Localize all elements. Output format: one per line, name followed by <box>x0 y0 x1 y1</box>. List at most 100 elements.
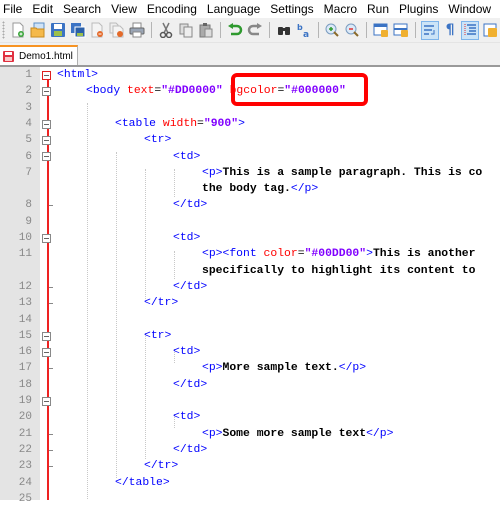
indent-guide <box>174 251 175 279</box>
fold-toggle[interactable] <box>42 136 51 145</box>
line-number: 17 <box>18 362 32 375</box>
td-close-tag: </td> <box>173 199 208 212</box>
paragraph-text: the body tag. <box>202 183 291 196</box>
code-line-18: </td> <box>173 377 207 393</box>
toolbar-grip[interactable] <box>2 21 5 39</box>
value-width: "900" <box>203 117 239 130</box>
fold-toggle[interactable] <box>42 348 51 357</box>
paragraph-text: This is a sample paragraph. This is co <box>222 166 483 179</box>
line-number: 1 <box>25 69 32 81</box>
line-number: 18 <box>18 378 32 391</box>
replace-button[interactable]: ba <box>295 21 313 40</box>
undo-icon <box>227 23 243 36</box>
fold-toggle[interactable] <box>42 87 51 96</box>
undo-button[interactable] <box>226 21 244 40</box>
new-file-button[interactable] <box>9 21 27 40</box>
menu-language[interactable]: Language <box>203 0 266 18</box>
tag-close: > <box>366 248 373 261</box>
copy-icon <box>179 23 193 38</box>
save-all-icon <box>70 23 86 38</box>
menu-search[interactable]: Search <box>59 0 107 18</box>
code-line-22: </td> <box>173 442 207 458</box>
menu-window[interactable]: Window <box>444 0 497 18</box>
fold-toggle[interactable] <box>42 71 51 80</box>
line-number: 7 <box>25 166 32 179</box>
fold-toggle[interactable] <box>42 332 51 341</box>
menu-encoding[interactable]: Encoding <box>143 0 203 18</box>
zoom-in-button[interactable] <box>323 21 341 40</box>
indent-guide <box>174 169 175 197</box>
line-number: 6 <box>25 150 32 163</box>
replace-icon: ba <box>297 23 309 38</box>
user-defined-lang-button[interactable] <box>481 21 499 40</box>
code-line-21: <p>Some more sample text</p> <box>202 426 393 442</box>
save-all-button[interactable] <box>69 21 87 40</box>
user-defined-lang-icon <box>483 23 497 37</box>
show-all-chars-button[interactable]: ¶ <box>441 21 459 40</box>
save-button[interactable] <box>49 21 67 40</box>
word-wrap-icon <box>424 25 435 35</box>
equals-sign: = <box>297 248 305 261</box>
indent-guide-button[interactable] <box>461 20 480 40</box>
menu-macro[interactable]: Macro <box>320 0 363 18</box>
line-number: 25 <box>18 492 32 505</box>
tab-demo1-html[interactable]: Demo1.html <box>0 45 78 65</box>
code-editor[interactable]: 1 2 3 4 5 6 7 8 9 10 11 12 13 14 15 16 1… <box>0 67 500 505</box>
menu-plugins[interactable]: Plugins <box>395 0 444 18</box>
toolbar-separator <box>268 22 270 38</box>
line-number: 13 <box>18 297 32 310</box>
attr-text: text <box>127 85 155 98</box>
line-number: 15 <box>18 329 32 342</box>
value-text-color: "#DD0000" <box>161 85 223 98</box>
indent-guide <box>116 152 117 478</box>
zoom-out-button[interactable] <box>343 21 361 40</box>
sync-vertical-button[interactable] <box>372 21 390 40</box>
paragraph-text: specifically to highlight its content to <box>202 264 476 277</box>
code-line-7: <p>This is a sample paragraph. This is c… <box>202 165 482 181</box>
open-file-button[interactable] <box>29 21 47 40</box>
code-line-12: </td> <box>173 279 207 295</box>
fold-toggle[interactable] <box>42 152 51 161</box>
fold-toggle[interactable] <box>42 234 51 243</box>
code-line-24: </table> <box>115 475 170 491</box>
sync-horizontal-button[interactable] <box>392 21 410 40</box>
zoom-in-icon <box>325 23 340 37</box>
fold-end-marker <box>49 466 53 467</box>
menu-edit[interactable]: Edit <box>28 0 59 18</box>
code-line-4: <table width="900"> <box>115 116 245 132</box>
menu-settings[interactable]: Settings <box>266 0 319 18</box>
td-open-tag: <td> <box>173 232 201 244</box>
line-number: 4 <box>25 117 32 130</box>
code-line-15: <tr> <box>144 328 171 344</box>
find-button[interactable] <box>275 21 293 40</box>
close-all-button[interactable] <box>108 21 126 40</box>
line-number: 22 <box>18 443 32 456</box>
p-font-open-tag: <p><font <box>202 248 264 261</box>
close-button[interactable] <box>89 21 107 40</box>
toolbar-separator <box>415 22 417 38</box>
fold-toggle[interactable] <box>42 397 51 406</box>
p-close-tag: </p> <box>366 427 394 440</box>
indent-guide-icon <box>464 24 477 36</box>
menu-run[interactable]: Run <box>363 0 395 18</box>
line-number: 2 <box>25 85 32 98</box>
cut-button[interactable] <box>157 21 175 40</box>
fold-toggle[interactable] <box>42 120 51 129</box>
line-number: 19 <box>18 395 32 407</box>
menu-file[interactable]: File <box>0 0 28 18</box>
p-open-tag: <p> <box>202 166 223 179</box>
copy-button[interactable] <box>177 21 195 40</box>
tr-open-tag: <tr> <box>144 329 172 342</box>
menu-view[interactable]: View <box>107 0 143 18</box>
redo-button[interactable] <box>246 21 264 40</box>
code-line-6: <td> <box>173 149 200 165</box>
code-line-13: </tr> <box>144 295 178 311</box>
word-wrap-button[interactable] <box>421 20 440 40</box>
code-line-17: <p>More sample text.</p> <box>202 360 366 376</box>
code-line-8: </td> <box>173 197 207 213</box>
td-close-tag: </td> <box>173 280 208 293</box>
paragraph-text: Some more sample text <box>222 427 367 440</box>
open-file-icon <box>30 22 45 38</box>
paste-button[interactable] <box>197 21 215 40</box>
print-button[interactable] <box>128 21 146 40</box>
